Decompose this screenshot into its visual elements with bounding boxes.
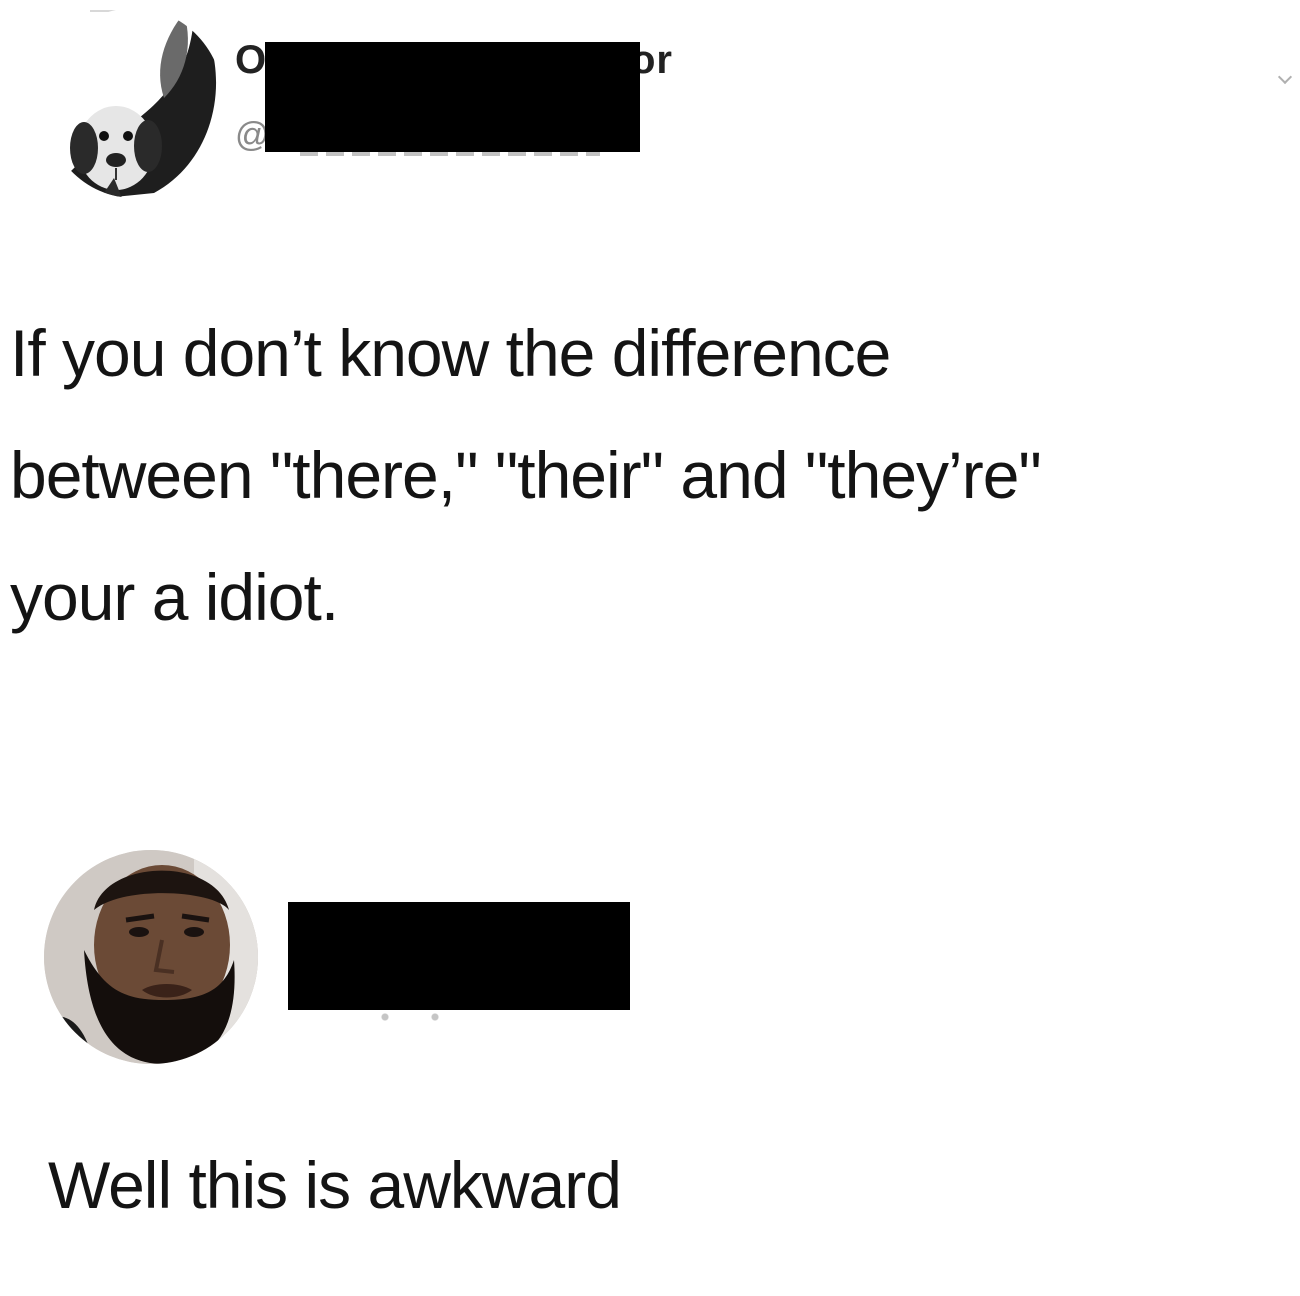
display-name[interactable]: O or [235,38,672,83]
redaction-bar [265,42,640,152]
dog-avatar-icon[interactable] [44,8,224,198]
redaction-bar [288,902,630,1010]
original-tweet: O or @ If you don’t know the difference … [0,0,1300,700]
bearded-man-avatar-image [44,850,258,1064]
chevron-down-icon[interactable] [1277,69,1293,85]
dog-avatar-image [44,8,224,198]
tweet-text-line: between "there," "their" and "they’re" [10,438,1042,512]
tweet-text: If you don’t know the difference between… [10,292,1295,658]
handle-remnant [360,1012,460,1022]
reply-tweet: Well this is awkward [0,840,1300,1280]
bearded-man-avatar-icon[interactable] [44,850,258,1064]
tweet-text-line: your a idiot. [10,560,339,634]
display-name-start: O [235,38,268,82]
tweet-text-line: If you don’t know the difference [10,316,891,390]
reply-text: Well this is awkward [48,1148,622,1222]
